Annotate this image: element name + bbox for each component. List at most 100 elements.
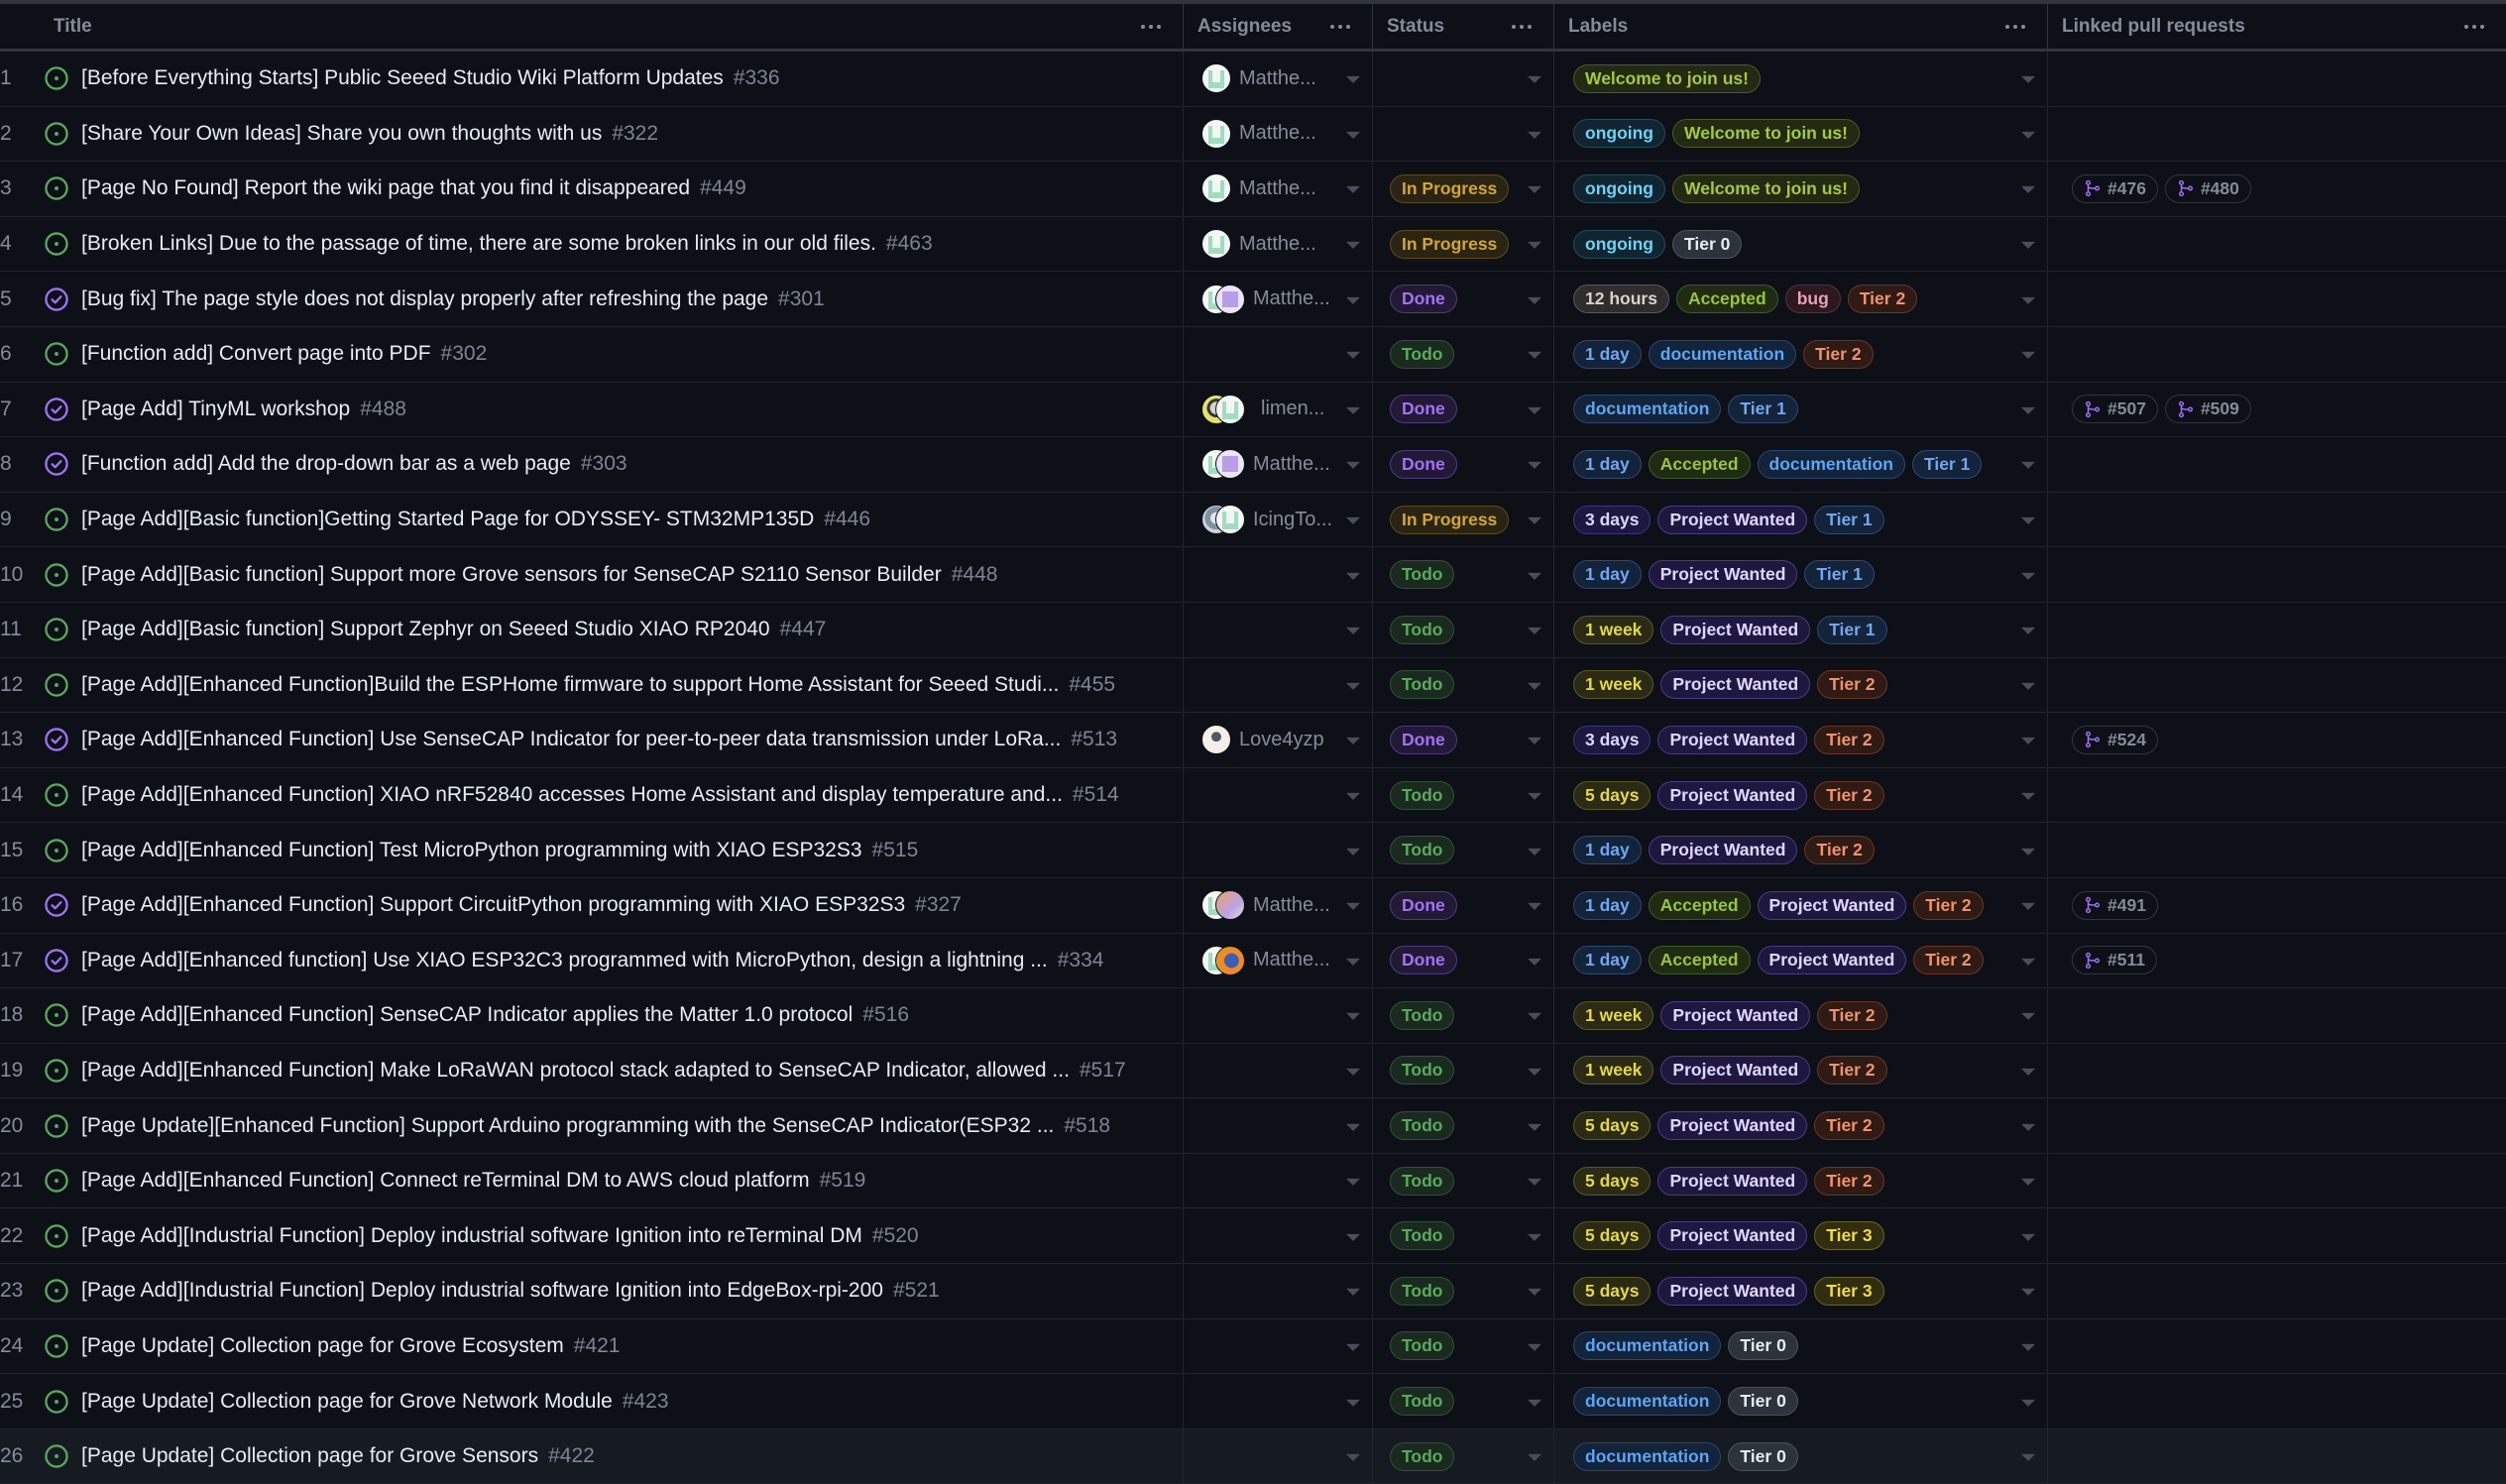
label-badge[interactable]: documentation: [1648, 339, 1797, 369]
title-cell[interactable]: 15 [Page Add][Enhanced Function] Test Mi…: [0, 823, 1184, 877]
issue-title[interactable]: [Bug fix] The page style does not displa…: [81, 287, 768, 311]
labels-cell[interactable]: documentation Tier 0: [1554, 1318, 2048, 1374]
label-badge[interactable]: Tier 2: [1913, 946, 1984, 975]
chevron-down-icon[interactable]: [1528, 1399, 1541, 1407]
avatar[interactable]: [1215, 945, 1245, 975]
label-badge[interactable]: Tier 0: [1728, 1387, 1798, 1417]
table-row[interactable]: 10 [Page Add][Basic function] Support mo…: [0, 547, 2506, 603]
chevron-down-icon[interactable]: [2021, 131, 2035, 139]
issue-title[interactable]: [Page Update][Enhanced Function] Support…: [81, 1114, 1054, 1138]
chevron-down-icon[interactable]: [1528, 1343, 1541, 1351]
label-badge[interactable]: 1 day: [1573, 946, 1642, 975]
chevron-down-icon[interactable]: [1528, 1068, 1541, 1076]
label-badge[interactable]: Tier 2: [1817, 1000, 1887, 1030]
table-row[interactable]: 20 [Page Update][Enhanced Function] Supp…: [0, 1098, 2506, 1154]
chevron-down-icon[interactable]: [1346, 1454, 1360, 1462]
issue-title[interactable]: [Page Add][Enhanced Function] SenseCAP I…: [81, 1003, 853, 1027]
chevron-down-icon[interactable]: [1346, 792, 1360, 800]
assignees-cell[interactable]: Love4yzp: [1184, 713, 1373, 767]
labels-cell[interactable]: ongoing Welcome to join us!: [1554, 162, 2048, 216]
labels-cell[interactable]: documentation Tier 0: [1554, 1374, 2048, 1428]
label-badge[interactable]: Project Wanted: [1657, 1111, 1808, 1141]
labels-cell[interactable]: documentation Tier 1: [1554, 382, 2048, 437]
linked-prs-cell[interactable]: [2048, 547, 2506, 602]
status-cell[interactable]: Todo: [1373, 1428, 1554, 1484]
assignees-cell[interactable]: Matthe...: [1184, 106, 1373, 162]
assignees-cell[interactable]: [1184, 326, 1373, 382]
assignees-cell[interactable]: [1184, 988, 1373, 1043]
linked-prs-cell[interactable]: [2048, 1319, 2506, 1374]
chevron-down-icon[interactable]: [1528, 1179, 1541, 1187]
status-cell[interactable]: Todo: [1373, 1043, 1554, 1098]
assignees-cell[interactable]: [1184, 1318, 1373, 1374]
status-cell[interactable]: Todo: [1373, 988, 1554, 1043]
linked-prs-cell[interactable]: [2048, 272, 2506, 326]
label-badge[interactable]: Tier 1: [1814, 505, 1884, 534]
avatar[interactable]: [1201, 725, 1231, 755]
status-cell[interactable]: Todo: [1373, 1098, 1554, 1153]
column-menu-icon[interactable]: [1330, 24, 1350, 29]
status-cell[interactable]: Done: [1373, 272, 1554, 326]
chevron-down-icon[interactable]: [1346, 76, 1360, 84]
status-cell[interactable]: Todo: [1373, 1264, 1554, 1318]
label-badge[interactable]: Tier 1: [1728, 395, 1798, 424]
avatar[interactable]: [1215, 449, 1245, 480]
issue-title[interactable]: [Page Add][Enhanced function] Use XIAO E…: [81, 949, 1048, 972]
label-badge[interactable]: Accepted: [1648, 946, 1751, 975]
issue-title[interactable]: [Page Update] Collection page for Grove …: [81, 1390, 613, 1414]
chevron-down-icon[interactable]: [1528, 628, 1541, 635]
labels-cell[interactable]: 1 day Accepted documentation Tier 1: [1554, 437, 2048, 492]
status-cell[interactable]: [1373, 52, 1554, 106]
table-row[interactable]: 6 [Function add] Convert page into PDF #…: [0, 326, 2506, 383]
table-row[interactable]: 23 [Page Add][Industrial Function] Deplo…: [0, 1264, 2506, 1319]
labels-cell[interactable]: 5 days Project Wanted Tier 2: [1554, 1098, 2048, 1153]
label-badge[interactable]: documentation: [1757, 449, 1905, 479]
label-badge[interactable]: Tier 0: [1728, 1331, 1798, 1361]
issue-title[interactable]: [Before Everything Starts] Public Seeed …: [81, 66, 724, 90]
linked-prs-cell[interactable]: #524: [2048, 713, 2506, 767]
label-badge[interactable]: Tier 0: [1672, 229, 1743, 259]
linked-pr[interactable]: #476: [2072, 173, 2158, 203]
assignees-cell[interactable]: limen...: [1184, 382, 1373, 437]
assignees-cell[interactable]: Matthe...: [1184, 52, 1373, 106]
label-badge[interactable]: Project Wanted: [1648, 836, 1798, 865]
label-badge[interactable]: ongoing: [1573, 229, 1666, 259]
assignees-cell[interactable]: Matthe...: [1184, 933, 1373, 988]
avatar[interactable]: [1215, 284, 1245, 314]
label-badge[interactable]: Accepted: [1648, 449, 1751, 479]
issue-title[interactable]: [Page Add] TinyML workshop: [81, 398, 350, 421]
chevron-down-icon[interactable]: [1346, 516, 1360, 524]
title-cell[interactable]: 20 [Page Update][Enhanced Function] Supp…: [0, 1098, 1184, 1153]
status-cell[interactable]: Todo: [1373, 1153, 1554, 1208]
linked-prs-cell[interactable]: [2048, 988, 2506, 1043]
chevron-down-icon[interactable]: [2021, 1233, 2035, 1241]
label-badge[interactable]: 5 days: [1573, 1166, 1652, 1196]
table-row[interactable]: 15 [Page Add][Enhanced Function] Test Mi…: [0, 823, 2506, 878]
chevron-down-icon[interactable]: [2021, 1289, 2035, 1297]
issue-title[interactable]: [Page Add][Basic function]Getting Starte…: [81, 508, 814, 531]
labels-cell[interactable]: 12 hours Accepted bug Tier 2: [1554, 272, 2048, 326]
column-header-labels[interactable]: Labels: [1554, 4, 2048, 49]
label-badge[interactable]: 1 week: [1573, 670, 1654, 700]
table-row[interactable]: 24 [Page Update] Collection page for Gro…: [0, 1318, 2506, 1375]
table-row[interactable]: 2 [Share Your Own Ideas] Share you own t…: [0, 106, 2506, 163]
linked-prs-cell[interactable]: [2048, 1374, 2506, 1428]
table-row[interactable]: 7 [Page Add] TinyML workshop #488 limen.…: [0, 382, 2506, 438]
labels-cell[interactable]: 5 days Project Wanted Tier 3: [1554, 1208, 2048, 1264]
issue-title[interactable]: [Page Add][Enhanced Function] Use SenseC…: [81, 728, 1061, 751]
label-badge[interactable]: Project Wanted: [1660, 1056, 1811, 1085]
chevron-down-icon[interactable]: [1346, 406, 1360, 414]
label-badge[interactable]: documentation: [1573, 1331, 1722, 1361]
chevron-down-icon[interactable]: [2021, 1399, 2035, 1407]
assignees-cell[interactable]: Matthe...: [1184, 162, 1373, 216]
linked-pr[interactable]: #524: [2072, 725, 2158, 754]
chevron-down-icon[interactable]: [1346, 628, 1360, 635]
labels-cell[interactable]: 1 day Project Wanted Tier 1: [1554, 547, 2048, 602]
linked-prs-cell[interactable]: [2048, 1429, 2506, 1484]
chevron-down-icon[interactable]: [1528, 1289, 1541, 1297]
issue-title[interactable]: [Function add] Add the drop-down bar as …: [81, 452, 571, 476]
chevron-down-icon[interactable]: [2021, 1343, 2035, 1351]
status-cell[interactable]: In Progress: [1373, 162, 1554, 216]
issue-title[interactable]: [Page Add][Basic function] Support more …: [81, 563, 942, 587]
label-badge[interactable]: Tier 2: [1913, 890, 1984, 920]
